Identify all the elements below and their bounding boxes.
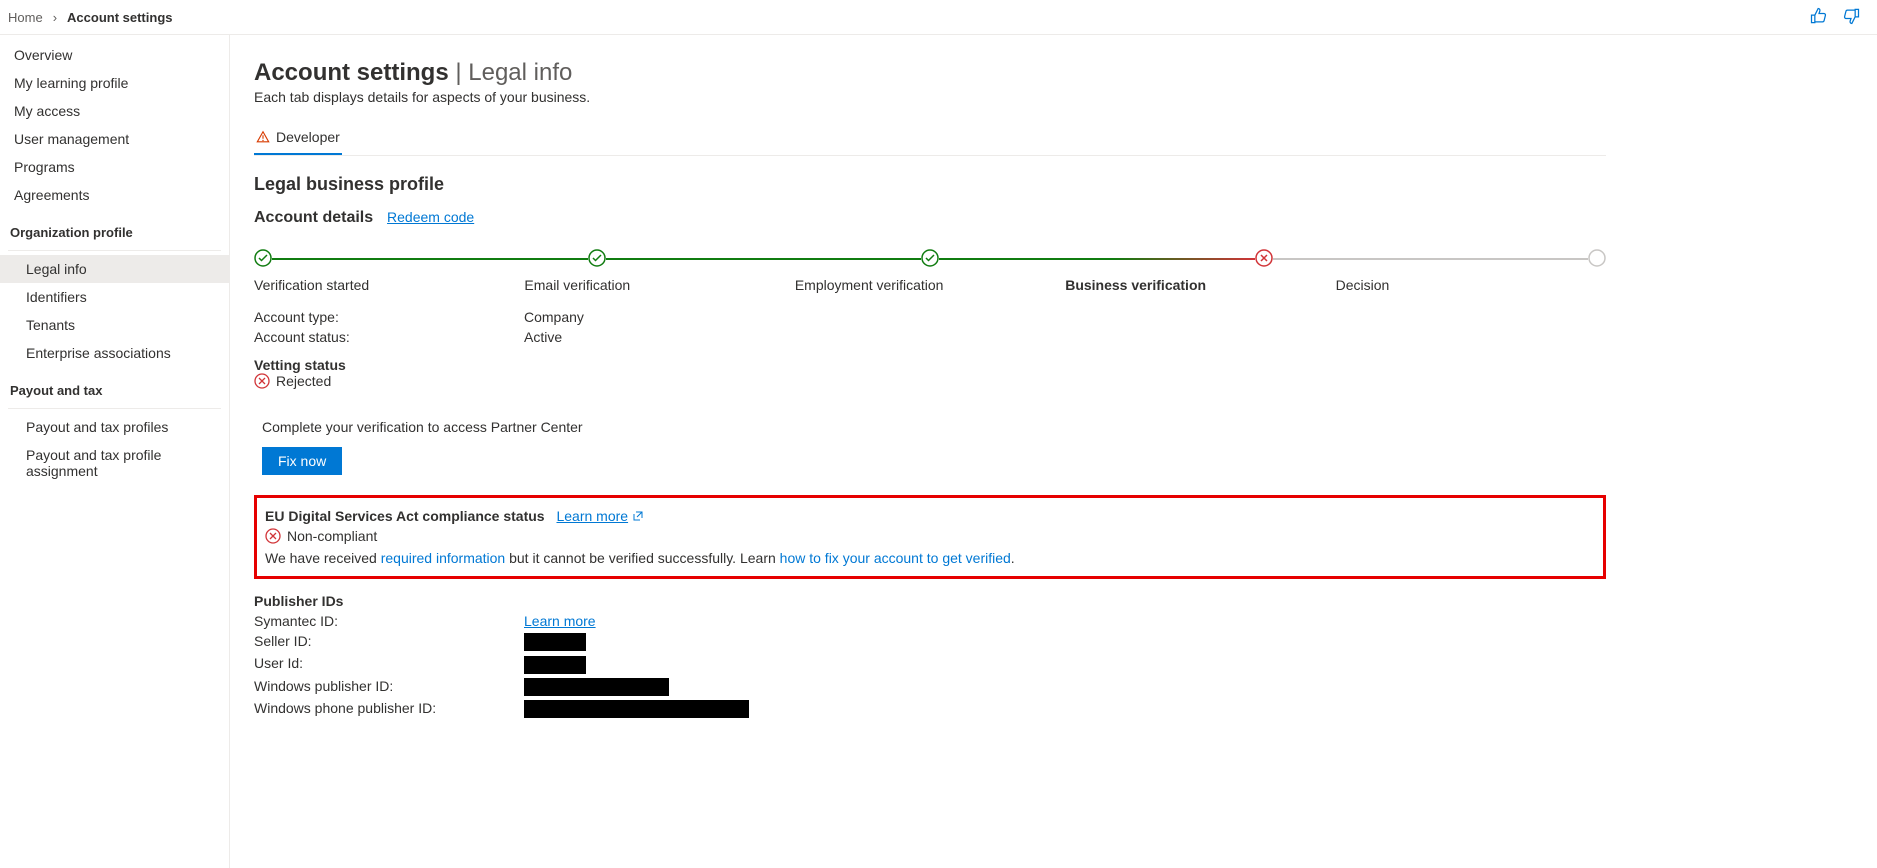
legal-profile-heading: Legal business profile: [254, 174, 1606, 195]
step-label: Decision: [1336, 277, 1606, 293]
sidebar-item[interactable]: Agreements: [0, 181, 229, 209]
vetting-status-label: Vetting status: [254, 357, 1606, 373]
chevron-right-icon: ›: [53, 10, 57, 25]
dsa-learn-more-link[interactable]: Learn more: [556, 508, 644, 524]
step-check-icon: [254, 249, 272, 267]
sidebar-item[interactable]: Programs: [0, 153, 229, 181]
step-error-icon: [1255, 249, 1273, 267]
redacted-value: [524, 700, 749, 718]
redacted-value: [524, 656, 586, 674]
thumbs-down-icon[interactable]: [1841, 6, 1861, 29]
step-check-icon: [588, 249, 606, 267]
step-check-icon: [921, 249, 939, 267]
sidebar-item[interactable]: Payout and tax profiles: [0, 413, 229, 441]
account-type-value: Company: [524, 309, 584, 325]
redeem-code-link[interactable]: Redeem code: [387, 209, 474, 225]
sidebar-item[interactable]: Payout and tax profile assignment: [0, 441, 229, 485]
sidebar-item[interactable]: Tenants: [0, 311, 229, 339]
dsa-compliance-box: EU Digital Services Act compliance statu…: [254, 495, 1606, 579]
error-icon: [265, 528, 281, 544]
verification-stepper: [254, 249, 1606, 267]
sidebar-section-payout: Payout and tax: [0, 367, 229, 404]
sidebar-item[interactable]: My learning profile: [0, 69, 229, 97]
step-label: Employment verification: [795, 277, 1065, 293]
sidebar: OverviewMy learning profileMy accessUser…: [0, 35, 230, 868]
account-status-label: Account status:: [254, 329, 524, 345]
fix-now-button[interactable]: Fix now: [262, 447, 342, 475]
verification-prompt: Complete your verification to access Par…: [262, 419, 1606, 435]
page-title: Account settings | Legal info: [254, 59, 1606, 87]
redacted-value: [524, 678, 669, 696]
how-to-fix-link[interactable]: how to fix your account to get verified: [780, 550, 1011, 566]
dsa-status-value: Non-compliant: [287, 528, 377, 544]
publisher-row-label: Seller ID:: [254, 633, 524, 651]
publisher-row-label: Windows phone publisher ID:: [254, 700, 524, 718]
breadcrumb-current: Account settings: [67, 10, 172, 25]
sidebar-item[interactable]: Legal info: [0, 255, 229, 283]
external-link-icon: [632, 510, 644, 522]
publisher-ids-heading: Publisher IDs: [254, 593, 1606, 609]
sidebar-section-org: Organization profile: [0, 209, 229, 246]
publisher-row-label: Symantec ID:: [254, 613, 524, 629]
vetting-status-value: Rejected: [276, 373, 331, 389]
step-label: Email verification: [524, 277, 794, 293]
warning-icon: [256, 130, 270, 144]
dsa-title: EU Digital Services Act compliance statu…: [265, 508, 545, 524]
error-icon: [254, 373, 270, 389]
step-pending-icon: [1588, 249, 1606, 267]
redacted-value: [524, 633, 586, 651]
account-status-value: Active: [524, 329, 562, 345]
publisher-row-label: User Id:: [254, 655, 524, 673]
page-subtitle: Each tab displays details for aspects of…: [254, 89, 1606, 105]
learn-more-link[interactable]: Learn more: [524, 613, 596, 629]
account-details-heading: Account details: [254, 209, 373, 227]
tab-developer[interactable]: Developer: [254, 123, 342, 155]
sidebar-item[interactable]: User management: [0, 125, 229, 153]
dsa-message: We have received required information bu…: [265, 550, 1595, 566]
required-info-link[interactable]: required information: [381, 550, 506, 566]
sidebar-item[interactable]: Enterprise associations: [0, 339, 229, 367]
sidebar-item[interactable]: My access: [0, 97, 229, 125]
account-type-label: Account type:: [254, 309, 524, 325]
publisher-row-label: Windows publisher ID:: [254, 678, 524, 696]
breadcrumb: Home › Account settings: [8, 10, 173, 25]
thumbs-up-icon[interactable]: [1809, 6, 1829, 29]
sidebar-item[interactable]: Overview: [0, 41, 229, 69]
sidebar-item[interactable]: Identifiers: [0, 283, 229, 311]
step-label: Business verification: [1065, 277, 1335, 293]
breadcrumb-home[interactable]: Home: [8, 10, 43, 25]
step-label: Verification started: [254, 277, 524, 293]
